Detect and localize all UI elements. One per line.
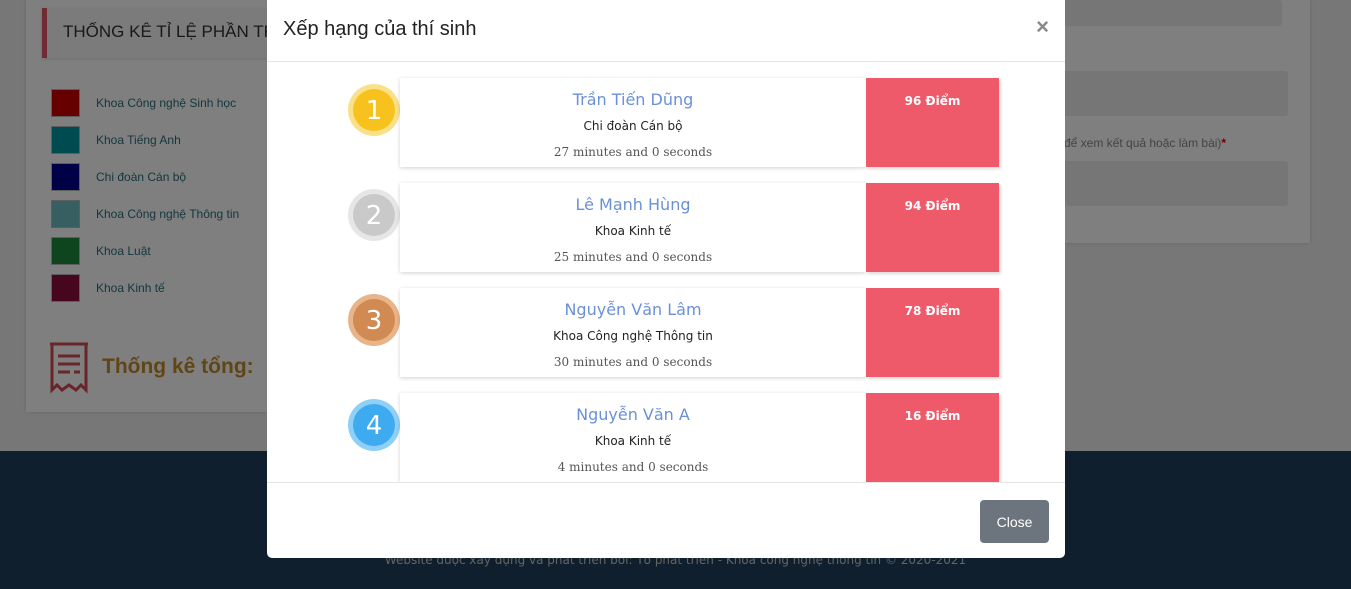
candidate-dept: Khoa Công nghệ Thông tin — [553, 329, 713, 343]
modal-header: Xếp hạng của thí sinh × — [267, 0, 1065, 62]
modal-footer: Close — [267, 482, 1065, 558]
score-badge: 94 Điểm — [866, 183, 999, 272]
candidate-dept: Khoa Kinh tế — [594, 434, 672, 448]
score-text: 94 Điểm — [904, 199, 961, 213]
score-text: 96 Điểm — [904, 94, 961, 108]
ranking-card: Lê Mạnh Hùng Khoa Kinh tế 25 minutes and… — [400, 183, 866, 272]
ranking-card: Nguyễn Văn A Khoa Kinh tế 4 minutes and … — [400, 393, 866, 482]
candidate-time: 25 minutes and 0 seconds — [553, 250, 713, 264]
candidate-dept: Khoa Kinh tế — [594, 224, 672, 238]
candidate-dept: Chi đoàn Cán bộ — [583, 119, 683, 133]
candidate-name: Lê Mạnh Hùng — [575, 195, 691, 214]
medal-icon: 3 — [346, 292, 402, 348]
score-badge: 78 Điểm — [866, 288, 999, 377]
candidate-time: 27 minutes and 0 seconds — [553, 145, 713, 159]
candidate-name: Nguyễn Văn Lâm — [564, 300, 702, 319]
ranking-row: 1 Trần Tiến Dũng Chi đoàn Cán bộ 27 minu… — [267, 78, 1065, 167]
candidate-name: Nguyễn Văn A — [576, 405, 690, 424]
score-badge: 16 Điểm — [866, 393, 999, 482]
close-icon[interactable]: × — [1036, 14, 1049, 40]
svg-text:4: 4 — [366, 411, 383, 441]
ranking-row: 3 Nguyễn Văn Lâm Khoa Công nghệ Thông ti… — [267, 288, 1065, 377]
score-badge: 96 Điểm — [866, 78, 999, 167]
score-text: 16 Điểm — [904, 409, 961, 423]
ranking-row: 4 Nguyễn Văn A Khoa Kinh tế 4 minutes an… — [267, 393, 1065, 482]
medal-icon: 4 — [346, 397, 402, 453]
ranking-row: 2 Lê Mạnh Hùng Khoa Kinh tế 25 minutes a… — [267, 183, 1065, 272]
candidate-time: 4 minutes and 0 seconds — [557, 460, 709, 474]
ranking-modal: Xếp hạng của thí sinh × 1 Trần Tiến Dũng… — [267, 0, 1065, 558]
medal-icon: 1 — [346, 82, 402, 138]
medal-icon: 2 — [346, 187, 402, 243]
close-button[interactable]: Close — [980, 500, 1049, 543]
modal-body: 1 Trần Tiến Dũng Chi đoàn Cán bộ 27 minu… — [267, 63, 1065, 482]
candidate-name: Trần Tiến Dũng — [572, 90, 694, 109]
ranking-card: Nguyễn Văn Lâm Khoa Công nghệ Thông tin … — [400, 288, 866, 377]
ranking-card: Trần Tiến Dũng Chi đoàn Cán bộ 27 minute… — [400, 78, 866, 167]
svg-text:1: 1 — [366, 96, 383, 126]
candidate-time: 30 minutes and 0 seconds — [553, 355, 713, 369]
svg-text:3: 3 — [366, 306, 383, 336]
modal-title: Xếp hạng của thí sinh — [283, 18, 477, 40]
svg-text:2: 2 — [366, 201, 383, 231]
score-text: 78 Điểm — [904, 304, 961, 318]
